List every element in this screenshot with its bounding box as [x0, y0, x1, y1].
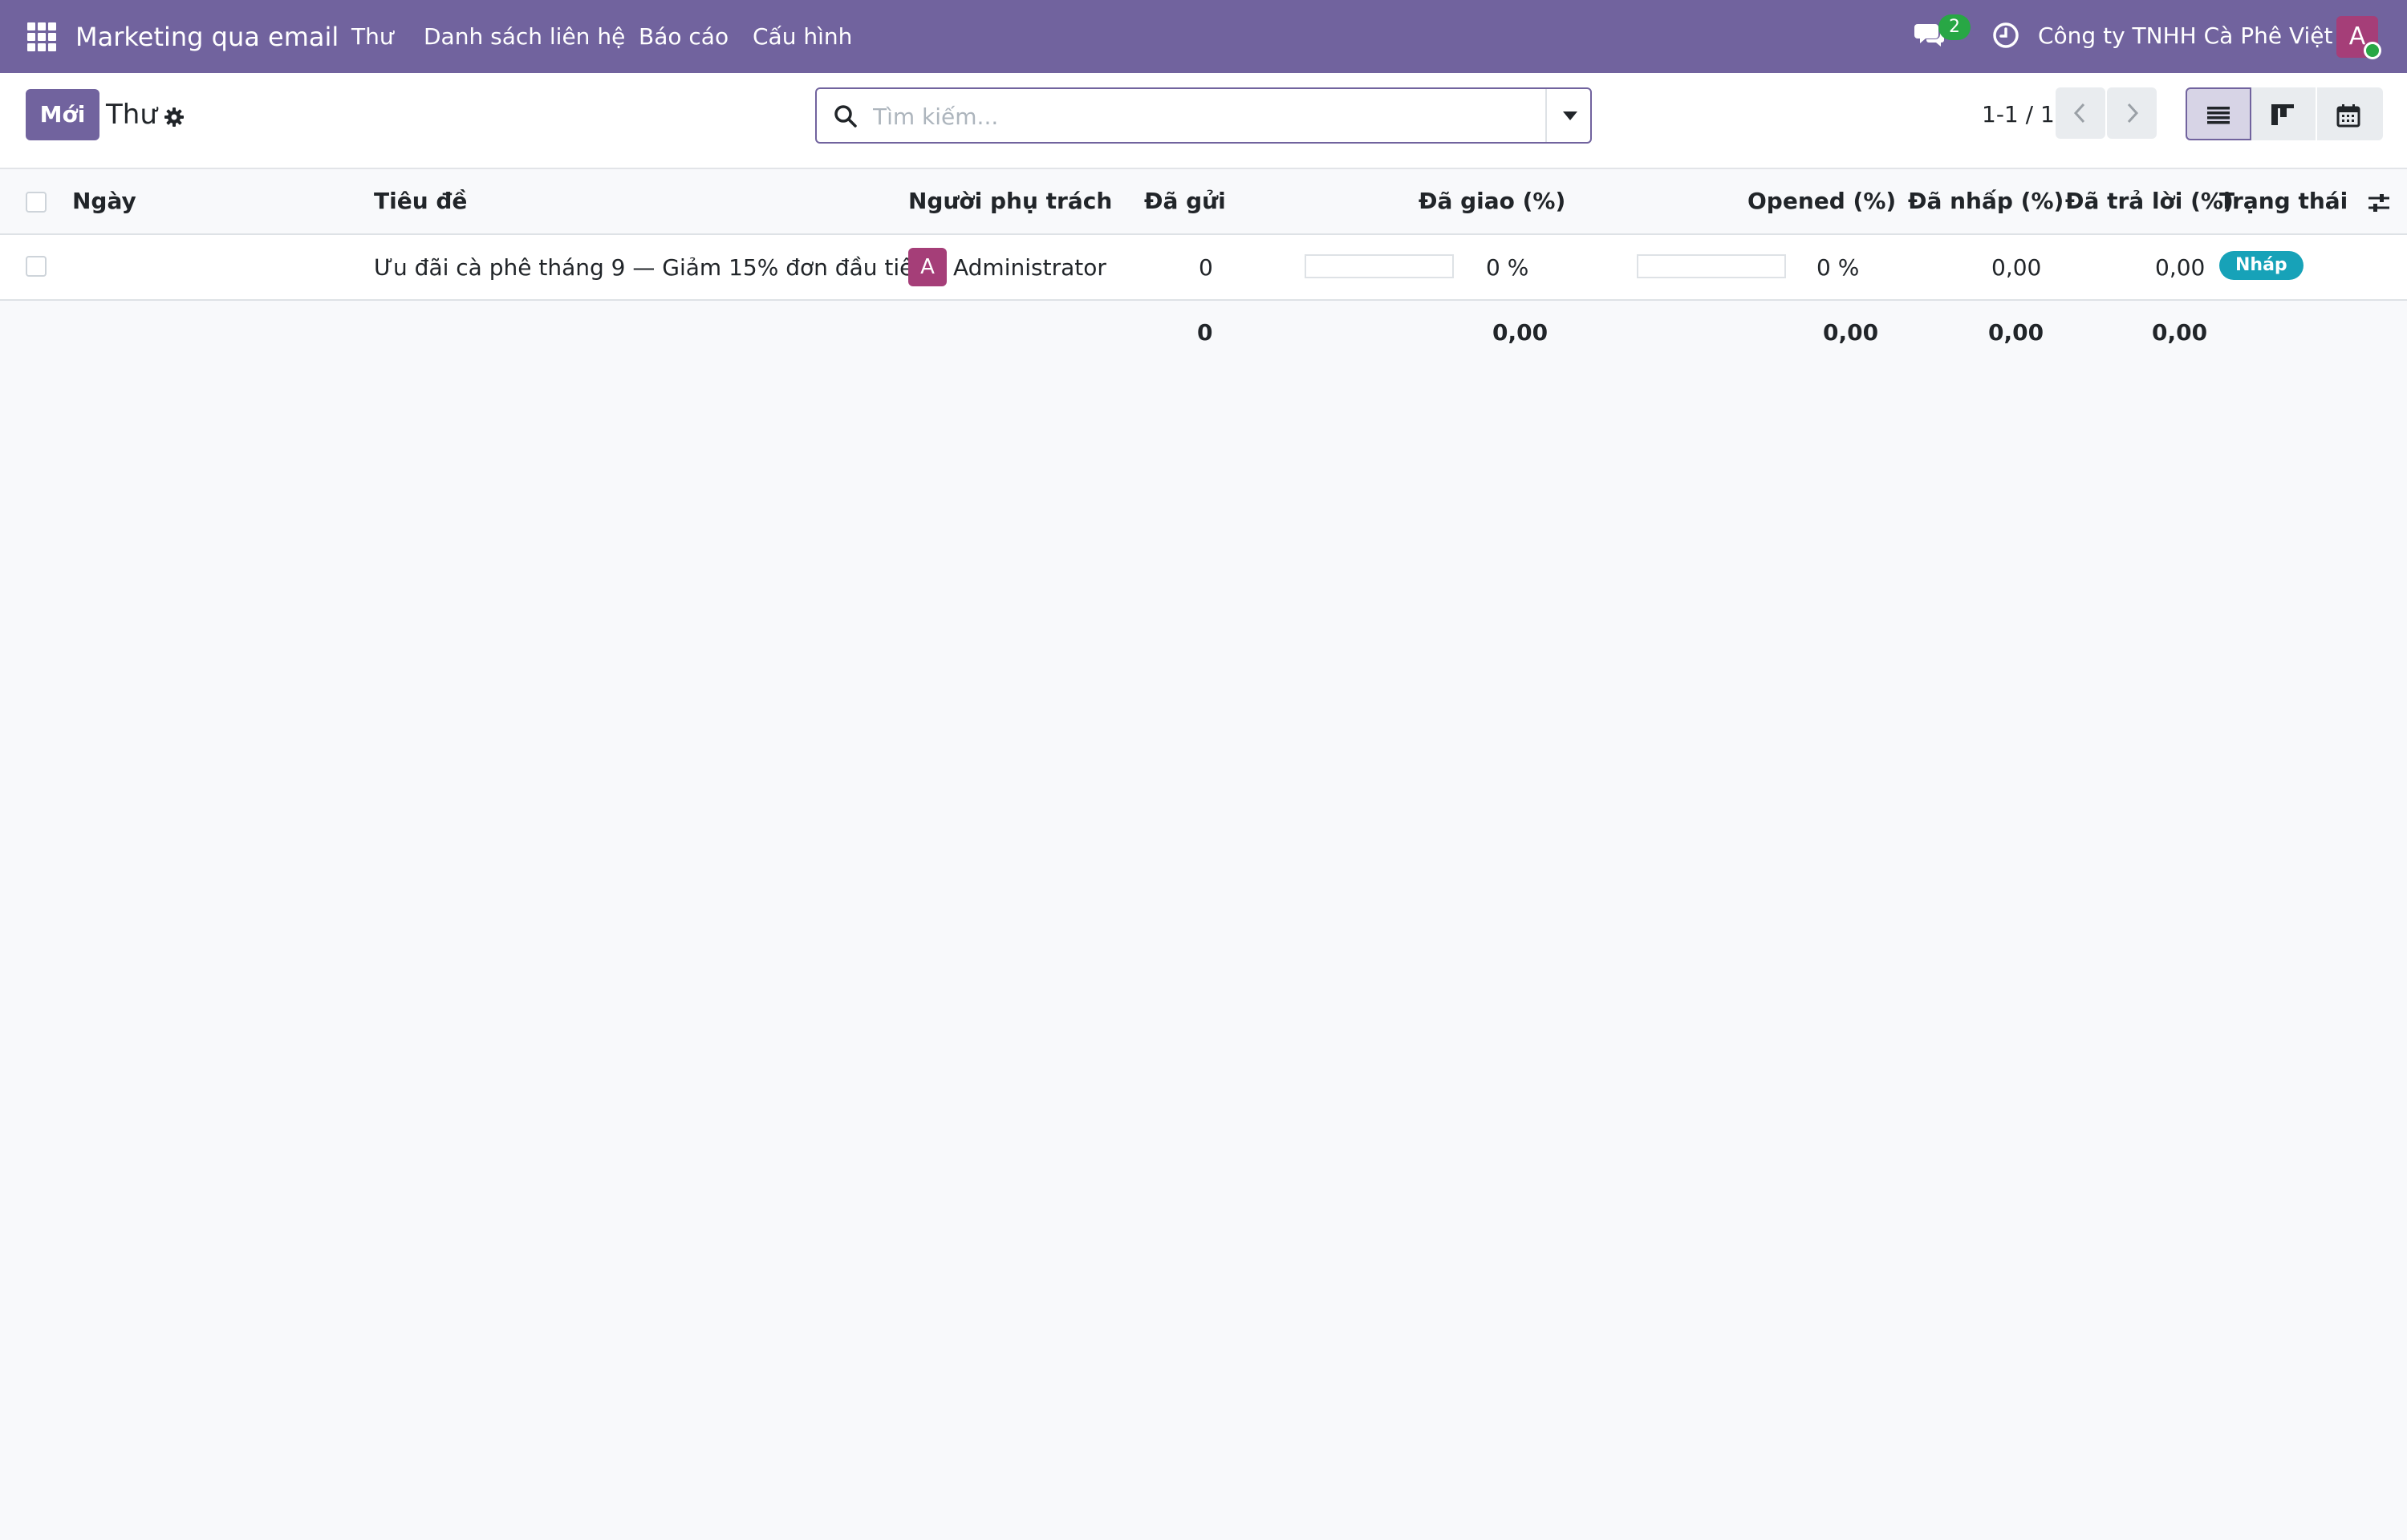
chevron-left-icon — [2073, 103, 2085, 124]
search-bar — [815, 87, 1592, 144]
breadcrumb: Thư — [106, 99, 157, 131]
app-title[interactable]: Marketing qua email — [75, 19, 339, 55]
online-status-icon — [2364, 42, 2381, 59]
row-subject: Ưu đãi cà phê tháng 9 — Giảm 15% đơn đầu… — [374, 254, 928, 281]
menu-item-mailings[interactable]: Thư — [351, 22, 394, 51]
kanban-icon — [2271, 104, 2294, 125]
total-clicked: 0,00 — [1988, 319, 2044, 346]
column-header-status[interactable]: Trạng thái — [2219, 187, 2348, 216]
control-panel: Mới Thư 1-1 / 1 — [0, 73, 2407, 169]
row-opened: 0 % — [1816, 254, 1860, 281]
table-header: Ngày Tiêu đề Người phụ trách Đã gửi Đã g… — [0, 169, 2407, 235]
row-clicked: 0,00 — [1991, 254, 2042, 281]
delivered-progress-bar — [1305, 254, 1454, 278]
pager-value[interactable]: 1-1 / 1 — [1982, 99, 2055, 131]
list-icon — [2207, 107, 2230, 124]
table-row[interactable]: Ưu đãi cà phê tháng 9 — Giảm 15% đơn đầu… — [0, 235, 2407, 301]
pager-next-button[interactable] — [2107, 87, 2157, 139]
menu-item-reporting[interactable]: Báo cáo — [639, 22, 729, 51]
total-sent: 0 — [1197, 319, 1213, 346]
column-header-clicked[interactable]: Đã nhấp (%) — [1908, 187, 2064, 216]
column-header-replied[interactable]: Đã trả lời (%) — [2065, 187, 2234, 216]
column-header-delivered[interactable]: Đã giao (%) — [1419, 187, 1565, 216]
status-badge: Nháp — [2219, 251, 2303, 280]
opened-progress-bar — [1637, 254, 1786, 278]
gear-icon[interactable] — [164, 107, 185, 128]
optional-columns-icon[interactable] — [2367, 192, 2391, 214]
column-header-date[interactable]: Ngày — [72, 187, 136, 216]
column-header-opened[interactable]: Opened (%) — [1747, 187, 1896, 216]
menu-item-mailing-lists[interactable]: Danh sách liên hệ — [424, 22, 625, 51]
search-options-toggle[interactable] — [1545, 89, 1592, 142]
search-input[interactable] — [873, 99, 1547, 134]
column-header-sent[interactable]: Đã gửi — [1144, 187, 1226, 216]
row-responsible: Administrator — [953, 254, 1106, 281]
menu-item-configuration[interactable]: Cấu hình — [753, 22, 852, 51]
new-button[interactable]: Mới — [26, 89, 99, 140]
caret-down-icon — [1563, 111, 1577, 120]
column-header-responsible[interactable]: Người phụ trách — [908, 187, 1112, 216]
chat-badge: 2 — [1938, 14, 1971, 40]
top-navbar: Marketing qua email Thư Danh sách liên h… — [0, 0, 2407, 73]
calendar-icon — [2336, 104, 2360, 128]
total-opened: 0,00 — [1823, 319, 1879, 346]
column-header-subject[interactable]: Tiêu đề — [374, 187, 467, 216]
calendar-view-button[interactable] — [2317, 87, 2383, 140]
total-replied: 0,00 — [2152, 319, 2208, 346]
row-replied: 0,00 — [2155, 254, 2206, 281]
responsible-avatar: A — [908, 248, 947, 286]
chevron-right-icon — [2127, 103, 2139, 124]
activity-clock-icon[interactable] — [1991, 21, 2020, 50]
apps-menu-icon[interactable] — [27, 22, 56, 51]
search-icon — [834, 105, 857, 128]
row-checkbox[interactable] — [26, 256, 47, 277]
row-delivered: 0 % — [1486, 254, 1529, 281]
list-view-button[interactable] — [2186, 87, 2251, 140]
company-switcher[interactable]: Công ty TNHH Cà Phê Việt — [2038, 21, 2333, 51]
view-switcher — [2186, 87, 2386, 140]
total-delivered: 0,00 — [1492, 319, 1549, 346]
pager-previous-button[interactable] — [2056, 87, 2105, 139]
row-sent: 0 — [1199, 254, 1213, 281]
table-totals: 0 0,00 0,00 0,00 0,00 — [0, 301, 2407, 365]
select-all-checkbox[interactable] — [26, 192, 47, 213]
kanban-view-button[interactable] — [2251, 87, 2317, 140]
